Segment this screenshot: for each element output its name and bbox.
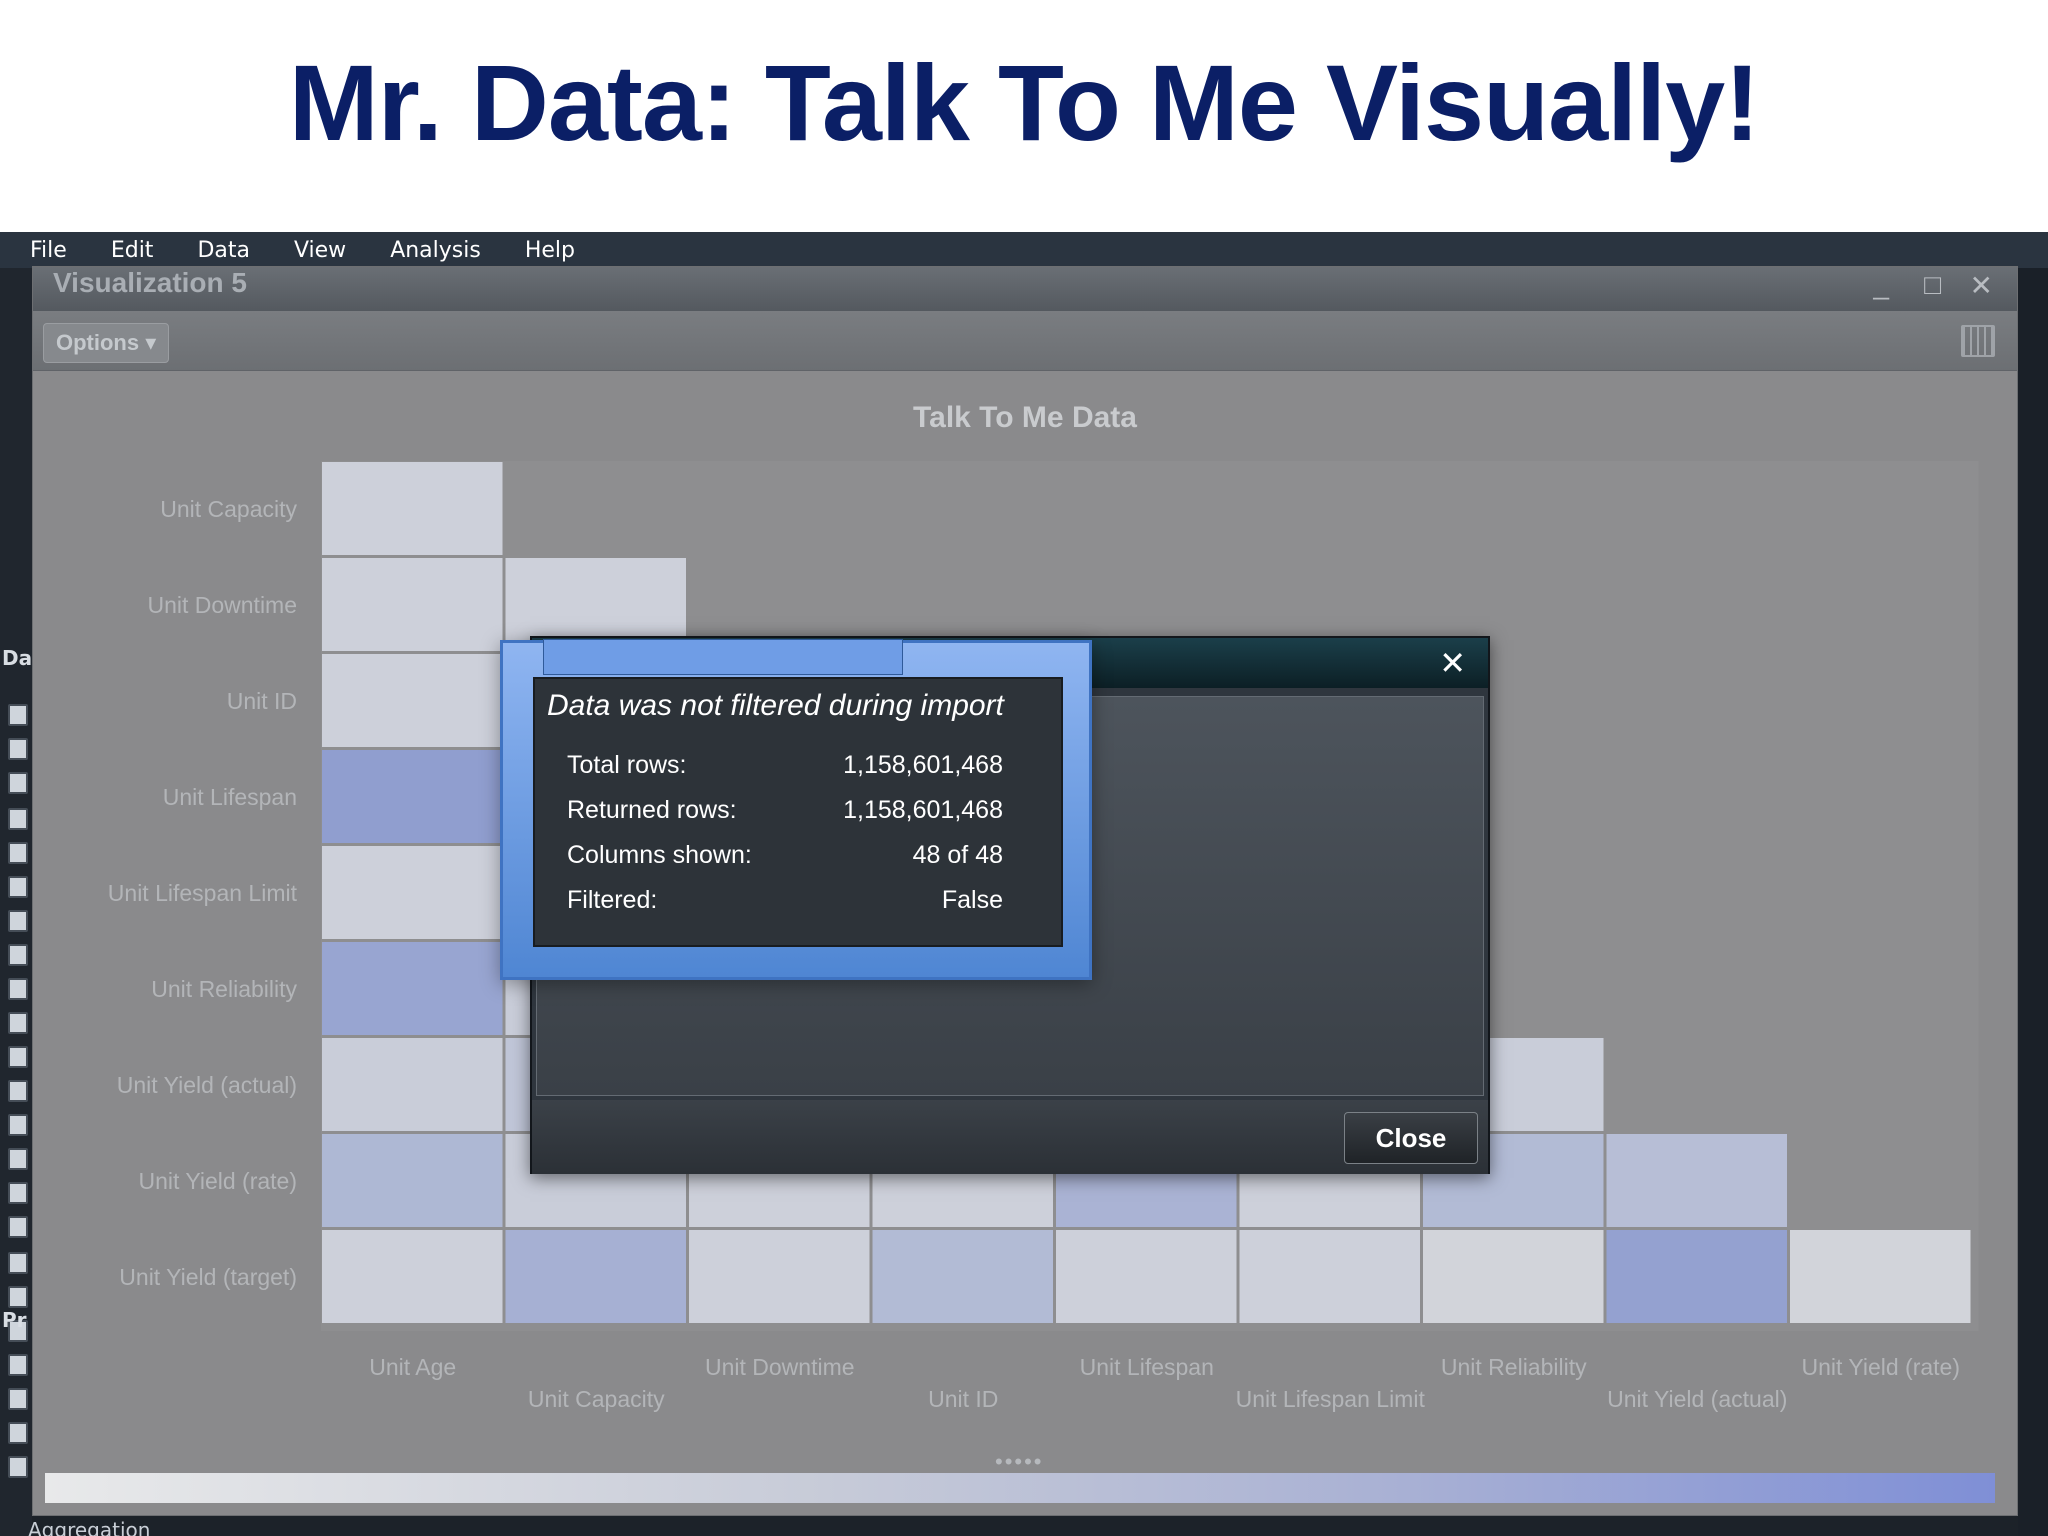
info-label: Total rows:: [567, 751, 687, 779]
right-panel: [2018, 268, 2048, 1536]
info-value: 1,158,601,468: [843, 796, 1003, 824]
row-label: Unit Lifespan: [163, 784, 297, 810]
heatmap-cell: [322, 654, 503, 747]
menu-data[interactable]: Data: [197, 238, 250, 263]
heatmap-cell: [1790, 1230, 1971, 1323]
column-label: Unit Reliability: [1441, 1354, 1587, 1380]
column-icon[interactable]: [8, 1182, 28, 1204]
hierarchy-icon[interactable]: [8, 978, 28, 1000]
menu-bar: File Edit Data View Analysis Help: [0, 232, 2048, 268]
import-summary-heading: Data was not filtered during import: [547, 689, 1004, 722]
returned-rows-row: Returned rows: 1,158,601,468: [567, 796, 1003, 836]
column-label: Unit Yield (rate): [1801, 1354, 1960, 1380]
heatmap-cell: [505, 1230, 686, 1323]
row-label: Unit Lifespan Limit: [108, 880, 298, 906]
heatmap-cell: [322, 558, 503, 651]
column-label: Unit Lifespan Limit: [1236, 1386, 1426, 1412]
column-label: Unit Downtime: [705, 1354, 855, 1380]
column-label: Unit ID: [928, 1386, 998, 1412]
heatmap-cell: [322, 846, 503, 939]
close-button[interactable]: Close: [1344, 1112, 1478, 1164]
info-label: Columns shown:: [567, 841, 752, 869]
close-icon[interactable]: ✕: [1439, 644, 1466, 682]
row-label: Unit Yield (rate): [138, 1168, 297, 1194]
row-label: Unit Downtime: [147, 592, 297, 618]
dialog-footer: Close: [532, 1100, 1488, 1174]
row-label: Unit Capacity: [160, 496, 297, 522]
row-label: Unit Reliability: [151, 976, 297, 1002]
calendar-icon[interactable]: [8, 772, 28, 794]
column-icon[interactable]: [8, 1046, 28, 1068]
heatmap-cell: [872, 1230, 1053, 1323]
properties-panel-label: Pr: [2, 1308, 27, 1332]
ruler-icon[interactable]: [8, 1388, 28, 1410]
info-label: Returned rows:: [567, 796, 737, 824]
calendar-icon[interactable]: [8, 704, 28, 726]
column-label: Unit Yield (actual): [1607, 1386, 1787, 1412]
slide-title: Mr. Data: Talk To Me Visually!: [288, 42, 1760, 163]
ruler-icon[interactable]: [8, 1422, 28, 1444]
heatmap-cell: [689, 1230, 870, 1323]
heatmap-cell: [322, 1230, 503, 1323]
menu-analysis[interactable]: Analysis: [390, 238, 481, 263]
column-label: Unit Lifespan: [1080, 1354, 1214, 1380]
info-value: 48 of 48: [912, 841, 1003, 869]
columns-shown-row: Columns shown: 48 of 48: [567, 841, 1003, 881]
column-icon[interactable]: [8, 1080, 28, 1102]
globe-icon[interactable]: [8, 876, 28, 898]
data-panel: Dat Pr: [0, 268, 42, 1536]
column-icon[interactable]: [8, 808, 28, 830]
info-value: False: [941, 886, 1003, 914]
ruler-icon[interactable]: [8, 1286, 28, 1308]
color-legend-bar: [45, 1473, 1995, 1503]
row-label: Unit Yield (target): [119, 1264, 297, 1290]
row-label: Unit Yield (actual): [117, 1072, 297, 1098]
menu-edit[interactable]: Edit: [111, 238, 154, 263]
aggregation-label: Aggregation: [28, 1518, 151, 1536]
calendar-icon[interactable]: [8, 738, 28, 760]
scroll-indicator[interactable]: •••••: [995, 1449, 1044, 1475]
ruler-icon[interactable]: [8, 1456, 28, 1478]
column-icon[interactable]: [8, 1148, 28, 1170]
menu-file[interactable]: File: [30, 238, 67, 263]
filtered-row: Filtered: False: [567, 886, 1003, 926]
callout-tab: [543, 639, 903, 675]
info-value: 1,158,601,468: [843, 751, 1003, 779]
info-label: Filtered:: [567, 886, 658, 914]
heatmap-cell: [1239, 1230, 1420, 1323]
menu-view[interactable]: View: [294, 238, 346, 263]
heatmap-cell: [322, 942, 503, 1035]
row-label: Unit ID: [227, 688, 297, 714]
heatmap-cell: [1606, 1230, 1787, 1323]
heatmap-cell: [322, 750, 503, 843]
menu-help[interactable]: Help: [525, 238, 575, 263]
import-summary-callout: Data was not filtered during import Tota…: [500, 639, 1092, 980]
ruler-icon[interactable]: [8, 1354, 28, 1376]
globe-icon[interactable]: [8, 842, 28, 864]
column-icon[interactable]: [8, 1216, 28, 1238]
hierarchy-icon[interactable]: [8, 1012, 28, 1034]
column-icon[interactable]: [8, 944, 28, 966]
ruler-icon[interactable]: [8, 1252, 28, 1274]
heatmap-cell: [322, 1134, 503, 1227]
heatmap-cell: [322, 1038, 503, 1131]
globe-icon[interactable]: [8, 910, 28, 932]
column-label: Unit Age: [369, 1354, 456, 1380]
heatmap-cell: [1606, 1134, 1787, 1227]
heatmap-cell: [322, 462, 503, 555]
total-rows-row: Total rows: 1,158,601,468: [567, 751, 1003, 791]
import-summary-panel: Data was not filtered during import Tota…: [533, 677, 1063, 947]
column-label: Unit Capacity: [528, 1386, 665, 1412]
column-icon[interactable]: [8, 1114, 28, 1136]
heatmap-cell: [1056, 1230, 1237, 1323]
heatmap-cell: [1423, 1230, 1604, 1323]
